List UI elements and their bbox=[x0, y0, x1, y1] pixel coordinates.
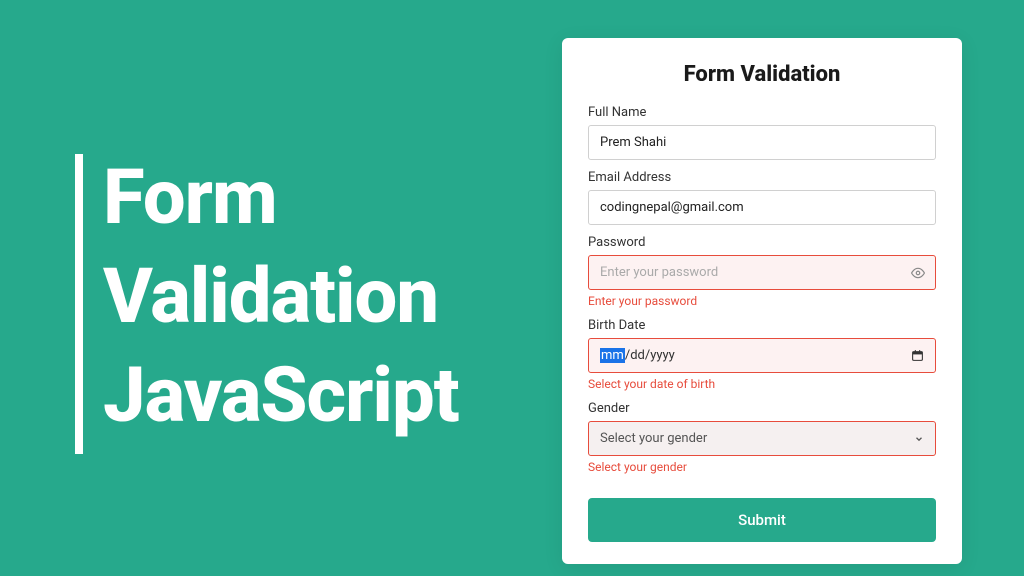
calendar-icon[interactable] bbox=[911, 349, 924, 362]
password-error: Enter your password bbox=[588, 294, 936, 308]
eye-icon[interactable] bbox=[911, 266, 925, 280]
password-input[interactable] bbox=[588, 255, 936, 290]
hero-section: Form Validation JavaScript bbox=[75, 148, 459, 454]
gender-error: Select your gender bbox=[588, 460, 936, 474]
field-gender: Gender Select your gender Select your ge… bbox=[588, 401, 936, 474]
birthdate-error: Select your date of birth bbox=[588, 377, 936, 391]
date-mm-selected: mm bbox=[600, 348, 625, 363]
field-password: Password Enter your password bbox=[588, 235, 936, 308]
submit-button[interactable]: Submit bbox=[588, 498, 936, 542]
chevron-down-icon bbox=[914, 434, 924, 444]
field-fullname: Full Name bbox=[588, 105, 936, 160]
form-title: Form Validation bbox=[588, 62, 936, 87]
fullname-label: Full Name bbox=[588, 105, 936, 120]
hero-line-1: Form bbox=[103, 148, 459, 247]
field-birthdate: Birth Date mm/dd/yyyy Select your date o… bbox=[588, 318, 936, 391]
hero-line-2: Validation bbox=[103, 247, 459, 346]
hero-accent-bar bbox=[75, 154, 83, 454]
email-label: Email Address bbox=[588, 170, 936, 185]
hero-line-3: JavaScript bbox=[103, 346, 459, 445]
gender-placeholder: Select your gender bbox=[600, 431, 707, 446]
email-input[interactable] bbox=[588, 190, 936, 225]
date-text: mm/dd/yyyy bbox=[600, 348, 675, 363]
password-label: Password bbox=[588, 235, 936, 250]
date-yyyy: yyyy bbox=[650, 348, 675, 363]
fullname-input[interactable] bbox=[588, 125, 936, 160]
form-card: Form Validation Full Name Email Address … bbox=[562, 38, 962, 564]
hero-heading: Form Validation JavaScript bbox=[103, 148, 459, 444]
birthdate-input[interactable]: mm/dd/yyyy bbox=[588, 338, 936, 373]
gender-select[interactable]: Select your gender bbox=[588, 421, 936, 456]
birthdate-label: Birth Date bbox=[588, 318, 936, 333]
date-dd: dd bbox=[630, 348, 645, 363]
password-wrap bbox=[588, 255, 936, 290]
field-email: Email Address bbox=[588, 170, 936, 225]
gender-label: Gender bbox=[588, 401, 936, 416]
